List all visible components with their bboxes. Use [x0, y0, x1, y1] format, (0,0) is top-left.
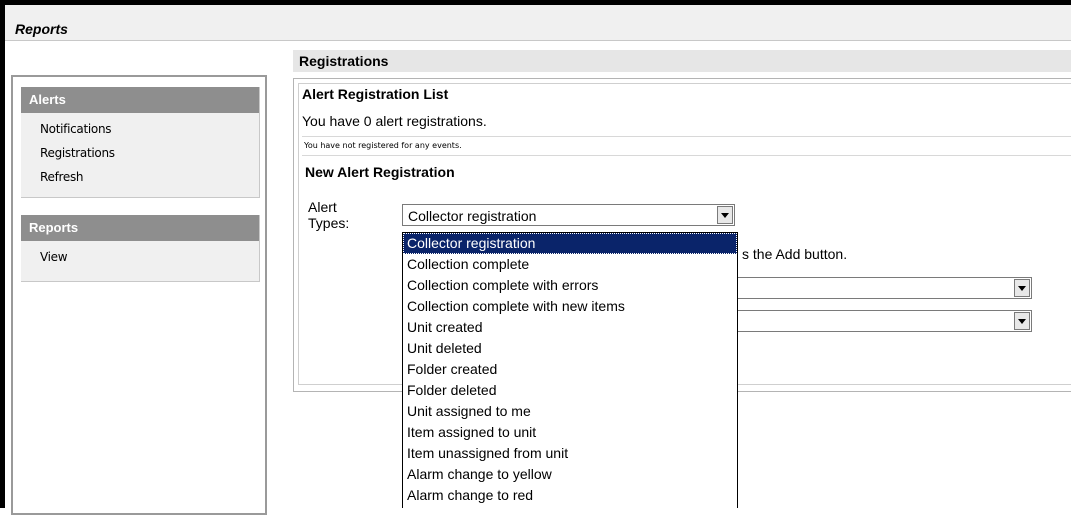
chevron-down-icon[interactable]: [1014, 312, 1030, 330]
alerts-nav-box: Alerts Notifications Registrations Refre…: [21, 87, 260, 198]
dropdown-option[interactable]: Unit assigned to me: [403, 401, 737, 422]
registration-count: You have 0 alert registrations.: [302, 113, 487, 129]
dropdown-option[interactable]: Collection complete: [403, 254, 737, 275]
alerts-nav-heading: Alerts: [21, 87, 259, 113]
title-bar: Reports: [5, 5, 1071, 41]
chevron-down-icon[interactable]: [717, 206, 733, 224]
alert-types-select[interactable]: Collector registration: [402, 204, 735, 226]
alert-types-label-line2: Types:: [308, 215, 350, 231]
alert-types-selected-value: Collector registration: [408, 208, 537, 224]
sidebar-item-refresh[interactable]: Refresh: [21, 165, 259, 189]
sidebar-item-registrations[interactable]: Registrations: [21, 141, 259, 165]
add-hint-text: s the Add button.: [742, 246, 848, 262]
chevron-down-icon[interactable]: [1014, 279, 1030, 297]
window-frame-left: [0, 0, 5, 508]
reports-nav-box: Reports View: [21, 215, 260, 282]
alert-registration-list-heading: Alert Registration List: [302, 86, 449, 102]
new-alert-registration-heading: New Alert Registration: [305, 164, 455, 180]
alert-types-dropdown-list[interactable]: Collector registration Collection comple…: [402, 232, 738, 508]
dropdown-option[interactable]: Alarm change to yellow: [403, 464, 737, 485]
dropdown-option[interactable]: Collector registration: [403, 233, 737, 254]
sidebar-item-view[interactable]: View: [21, 245, 259, 269]
dropdown-option[interactable]: Item unassigned from unit: [403, 443, 737, 464]
dropdown-option[interactable]: Folder created: [403, 359, 737, 380]
secondary-select-1[interactable]: [735, 277, 1032, 299]
dropdown-option[interactable]: Collection complete with errors: [403, 275, 737, 296]
sidebar-item-notifications[interactable]: Notifications: [21, 117, 259, 141]
alert-types-label-line1: Alert: [308, 199, 337, 215]
secondary-select-2[interactable]: [735, 310, 1032, 332]
dropdown-option[interactable]: Collection complete with new items: [403, 296, 737, 317]
dropdown-option[interactable]: Folder deleted: [403, 380, 737, 401]
reports-nav-heading: Reports: [21, 215, 259, 241]
dropdown-option[interactable]: Alarm change to red: [403, 485, 737, 506]
dropdown-option[interactable]: Unit created: [403, 317, 737, 338]
empty-registrations-note: You have not registered for any events.: [302, 136, 1071, 156]
sidebar: Alerts Notifications Registrations Refre…: [11, 75, 267, 515]
section-title: Registrations: [293, 50, 1071, 72]
dropdown-option[interactable]: Item assigned to unit: [403, 422, 737, 443]
dropdown-option[interactable]: Unit deleted: [403, 338, 737, 359]
window-title: Reports: [15, 21, 68, 37]
